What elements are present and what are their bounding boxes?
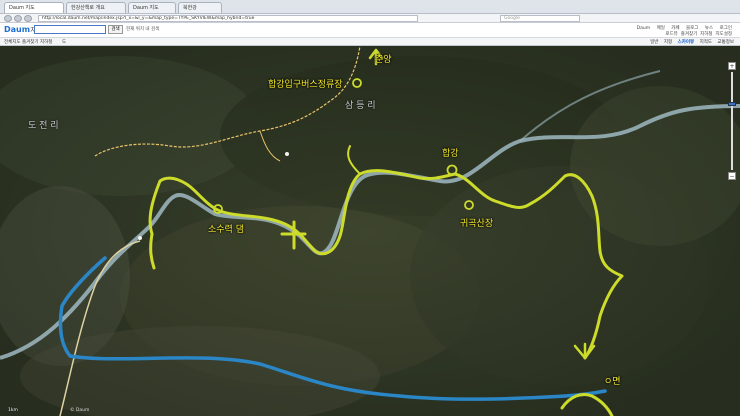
zoom-track[interactable] bbox=[731, 72, 733, 170]
label-docheon: 도 전 리 bbox=[28, 121, 59, 131]
browser-tab[interactable]: 한강산책로 개요 bbox=[66, 2, 126, 13]
toolbar-item[interactable]: 즐겨찾기 bbox=[22, 39, 39, 45]
map-pin bbox=[285, 152, 289, 156]
map-scale: 1km bbox=[8, 408, 18, 413]
zoom-out-button[interactable]: − bbox=[728, 172, 736, 180]
label-myeon: ㅇ면 bbox=[604, 377, 621, 387]
browser-tab[interactable]: 북한강 bbox=[178, 2, 222, 13]
map-toolbar: 전체지도 즐겨찾기 지하철 도 일반 지형 스카이뷰 지적도 교통정보 bbox=[0, 37, 740, 46]
browser-tab-bar: Daum 지도 한강산책로 개요 Daum 지도 북한강 bbox=[0, 0, 740, 14]
label-chuncheon: 춘양 bbox=[375, 55, 392, 65]
label-bus-stop: 합강입구버스정류장 bbox=[268, 80, 343, 90]
browser-tab[interactable]: Daum 지도 bbox=[4, 2, 64, 13]
map-view-tabs: 일반 지형 스카이뷰 지적도 교통정보 bbox=[646, 39, 734, 45]
zoom-slider-knob[interactable] bbox=[728, 102, 736, 106]
map-copyright: © Daum bbox=[70, 408, 90, 413]
zoom-in-button[interactable]: + bbox=[728, 62, 736, 70]
satellite-map[interactable]: 춘양 합강입구버스정류장 삼 등 리 도 전 리 합강 소수력 댐 귀곡산장 ㅇ… bbox=[0, 46, 740, 416]
toolbar-item[interactable]: 지하철 bbox=[40, 39, 52, 45]
label-gwigok: 귀곡산장 bbox=[460, 219, 494, 229]
toolbar-item[interactable]: 도 bbox=[62, 39, 66, 45]
view-tab[interactable]: 지형 bbox=[664, 40, 672, 45]
label-samdeung: 삼 등 리 bbox=[345, 101, 376, 111]
browser-tab[interactable]: Daum 지도 bbox=[128, 2, 176, 13]
label-hangang: 합강 bbox=[442, 149, 459, 159]
view-tab-active[interactable]: 스카이뷰 bbox=[678, 40, 695, 45]
zoom-control: + − bbox=[728, 62, 736, 182]
label-dam: 소수력 댐 bbox=[208, 225, 244, 235]
view-tab[interactable]: 교통정보 bbox=[717, 40, 734, 45]
address-bar-row: http://local.daum.net/map/index.jsp?l_x=… bbox=[0, 14, 740, 23]
map-pin bbox=[138, 236, 142, 240]
forward-icon[interactable] bbox=[14, 15, 22, 22]
reload-icon[interactable] bbox=[24, 15, 32, 22]
toolbar-item[interactable]: 전체지도 bbox=[4, 39, 21, 45]
view-tab[interactable]: 지적도 bbox=[700, 40, 712, 45]
back-icon[interactable] bbox=[4, 15, 12, 22]
view-tab[interactable]: 일반 bbox=[650, 40, 658, 45]
address-input[interactable]: http://local.daum.net/map/index.jsp?l_x=… bbox=[38, 15, 418, 22]
browser-search-input[interactable]: Google bbox=[500, 15, 580, 22]
